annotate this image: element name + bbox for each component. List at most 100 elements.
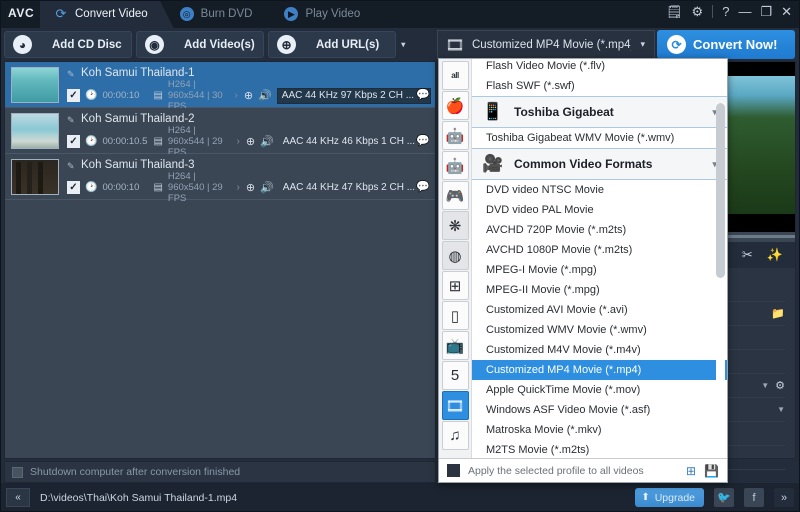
windows-icon[interactable]: ⊞ (442, 271, 469, 300)
more-icon[interactable]: » (774, 488, 794, 507)
shutdown-after-conversion-option[interactable]: Shutdown computer after conversion finis… (4, 461, 436, 483)
add-profile-icon[interactable]: ⊞ (686, 464, 696, 478)
menu-item[interactable]: DVD video NTSC Movie (472, 180, 727, 200)
gear-icon[interactable]: ⚙ (692, 5, 704, 18)
convert-now-button[interactable]: ⟳ Convert Now! (657, 30, 795, 59)
chevron-down-icon[interactable]: ▼ (761, 381, 769, 390)
subtitle-icon[interactable]: 💬 (416, 88, 430, 101)
playstation-icon[interactable]: 🎮 (442, 181, 469, 210)
tv-icon[interactable]: 📺 (442, 331, 469, 360)
facebook-icon[interactable]: f (744, 488, 764, 507)
music-icon[interactable]: ♫ (442, 421, 469, 450)
video-duration: 00:00:10 (102, 182, 148, 193)
video-list[interactable]: ✎ Koh Samui Thailand-1 ✓ 🕑 00:00:10 ▤ H2… (4, 61, 436, 459)
folder-icon[interactable]: 📁 (771, 307, 785, 320)
menu-item-selected[interactable]: Customized MP4 Movie (*.mp4) (472, 360, 727, 380)
shutdown-label: Shutdown computer after conversion finis… (30, 466, 240, 478)
row-checkbox[interactable]: ✓ (67, 89, 80, 102)
selected-profile-label: Customized MP4 Movie (*.mp4) (472, 39, 631, 51)
minimize-button[interactable]: — (738, 5, 751, 18)
target-icon[interactable]: ⊕ (246, 181, 255, 194)
apply-all-checkbox[interactable] (447, 464, 460, 477)
menu-item[interactable]: AVCHD 1080P Movie (*.m2ts) (472, 240, 727, 260)
audio-track-selector[interactable]: AAC 44 KHz 47 Kbps 2 CH ... ▼ (279, 180, 431, 196)
play-icon: ▶ (284, 7, 298, 21)
menu-item[interactable]: DVD video PAL Movie (472, 200, 727, 220)
menu-item[interactable]: Flash SWF (*.swf) (472, 76, 727, 96)
upgrade-button[interactable]: ⬆ Upgrade (635, 488, 704, 507)
chevron-down-icon[interactable]: ▾ (399, 40, 405, 49)
row-checkbox[interactable]: ✓ (67, 181, 80, 194)
table-row[interactable]: ✎ Koh Samui Thailand-1 ✓ 🕑 00:00:10 ▤ H2… (5, 62, 435, 108)
edit-pencil-icon[interactable]: ✎ (67, 161, 75, 172)
apple-icon[interactable]: 🍎 (442, 91, 469, 120)
video-meta: ✓ 🕑 00:00:10 ▤ H264 | 960x544 | 30 FPS ›… (67, 86, 431, 105)
video-thumbnail (11, 159, 59, 195)
chevron-down-icon[interactable]: ▾ (631, 39, 654, 50)
menu-group-toshiba-gigabeat[interactable]: 📱 Toshiba Gigabeat ▾ (472, 96, 727, 128)
current-file-path: D:\videos\Thai\Koh Samui Thailand-1.mp4 (40, 492, 237, 504)
subtitle-icon[interactable]: 💬 (416, 134, 430, 147)
samsung-icon[interactable]: 🤖 (442, 121, 469, 150)
chevron-down-icon[interactable]: ▼ (777, 405, 785, 414)
menu-item[interactable]: AVCHD 720P Movie (*.m2ts) (472, 220, 727, 240)
shutdown-checkbox[interactable] (12, 467, 23, 478)
edit-pencil-icon[interactable]: ✎ (67, 69, 75, 80)
profile-selector[interactable]: 🎞 Customized MP4 Movie (*.mp4) ▾ (437, 30, 655, 59)
close-button[interactable]: ✕ (781, 5, 792, 18)
profile-dropdown-menu[interactable]: all 🍎 🤖 🤖 🎮 ❋ ◍ ⊞ ▯ 📺 5 🎞 ♫ Flash Video … (438, 58, 728, 483)
subtitle-icon[interactable]: 💬 (416, 180, 430, 193)
tab-convert-video[interactable]: ⟳ Convert Video (40, 0, 174, 28)
add-videos-button[interactable]: ◉ Add Video(s) (136, 31, 264, 58)
edit-pencil-icon[interactable]: ✎ (67, 115, 75, 126)
profile-list[interactable]: Flash Video Movie (*.flv) Flash SWF (*.s… (472, 59, 727, 458)
menu-group-common-video-formats[interactable]: 🎥 Common Video Formats ▾ (472, 148, 727, 180)
speaker-icon[interactable]: 🔊 (258, 89, 272, 102)
tab-burn-dvd[interactable]: ◎ Burn DVD (166, 0, 279, 28)
menu-item[interactable]: Customized M4V Movie (*.m4v) (472, 340, 727, 360)
add-cd-disc-button[interactable]: ◕ Add CD Disc ▾ (4, 31, 132, 58)
list-icon[interactable]: 🗒 (666, 5, 683, 18)
menu-item[interactable]: MPEG-I Movie (*.mpg) (472, 260, 727, 280)
html5-icon[interactable]: 5 (442, 361, 469, 390)
film-icon[interactable]: 🎞 (442, 391, 469, 420)
menu-item[interactable]: Toshiba Gigabeat WMV Movie (*.wmv) (472, 128, 727, 148)
cd-disc-icon: ◕ (13, 35, 32, 54)
target-icon[interactable]: ⊕ (246, 135, 255, 148)
speaker-icon[interactable]: 🔊 (260, 181, 274, 194)
menu-item[interactable]: M2TS Movie (*.m2ts) (472, 440, 727, 458)
twitter-icon[interactable]: 🐦 (714, 488, 734, 507)
tab-play-video[interactable]: ▶ Play Video (270, 0, 386, 28)
effects-icon[interactable]: ✨ (767, 247, 783, 263)
video-meta: ✓ 🕑 00:00:10.5 ▤ H264 | 960x544 | 29 FPS… (67, 132, 431, 151)
save-profile-icon[interactable]: 💾 (704, 464, 719, 478)
help-icon[interactable]: ? (722, 5, 729, 18)
lg-icon[interactable]: ◍ (442, 241, 469, 270)
audio-track-selector[interactable]: AAC 44 KHz 46 Kbps 1 CH ... ▼ (279, 134, 431, 150)
maximize-button[interactable]: ❐ (760, 5, 772, 18)
huawei-icon[interactable]: ❋ (442, 211, 469, 240)
speaker-icon[interactable]: 🔊 (260, 135, 274, 148)
menu-item[interactable]: Apple QuickTime Movie (*.mov) (472, 380, 727, 400)
phone-icon[interactable]: ▯ (442, 301, 469, 330)
dropdown-scrollbar[interactable] (716, 103, 725, 450)
gear-icon[interactable]: ⚙ (775, 379, 785, 392)
menu-item[interactable]: Flash Video Movie (*.flv) (472, 59, 727, 76)
android-icon[interactable]: 🤖 (442, 151, 469, 180)
all-formats-icon[interactable]: all (442, 61, 469, 90)
target-icon[interactable]: ⊕ (244, 89, 253, 102)
add-urls-button[interactable]: ⊕ Add URL(s) ▾ (268, 31, 396, 58)
group-label: Common Video Formats (514, 157, 702, 171)
row-checkbox[interactable]: ✓ (67, 135, 80, 148)
table-row[interactable]: ✎ Koh Samui Thailand-2 ✓ 🕑 00:00:10.5 ▤ … (5, 108, 435, 154)
audio-track-selector[interactable]: AAC 44 KHz 97 Kbps 2 CH ... ▼ (277, 88, 431, 104)
menu-item[interactable]: MPEG-II Movie (*.mpg) (472, 280, 727, 300)
menu-item[interactable]: Matroska Movie (*.mkv) (472, 420, 727, 440)
table-row[interactable]: ✎ Koh Samui Thailand-3 ✓ 🕑 00:00:10 ▤ H2… (5, 154, 435, 200)
menu-item[interactable]: Customized AVI Movie (*.avi) (472, 300, 727, 320)
video-codec-icon: ▤ (153, 90, 162, 101)
scissors-icon[interactable]: ✂ (742, 247, 753, 263)
collapse-button[interactable]: « (6, 488, 30, 507)
menu-item[interactable]: Customized WMV Movie (*.wmv) (472, 320, 727, 340)
menu-item[interactable]: Windows ASF Video Movie (*.asf) (472, 400, 727, 420)
